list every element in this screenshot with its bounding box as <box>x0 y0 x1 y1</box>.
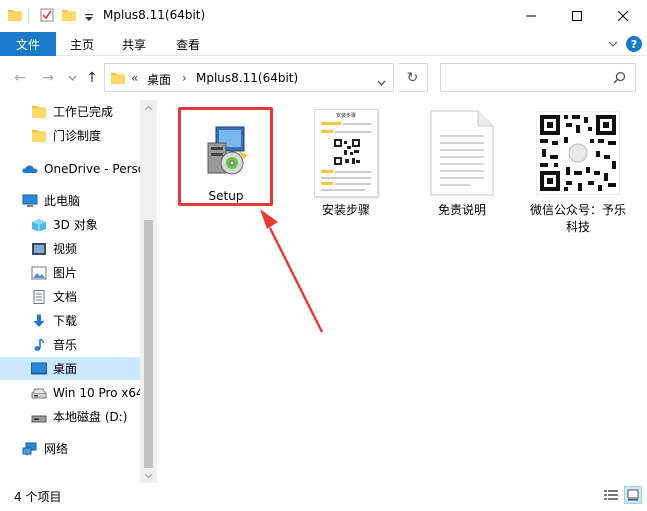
status-bar: 4 个项目 <box>0 483 647 511</box>
documents-icon <box>31 289 47 304</box>
back-button[interactable]: ← <box>12 70 28 86</box>
sidebar-item-label: 工作已完成 <box>53 105 114 119</box>
3d-objects-icon <box>31 218 47 232</box>
title-bar: Mplus8.11(64bit) <box>0 0 647 32</box>
sidebar-item-label: 门诊制度 <box>53 129 102 143</box>
up-button[interactable]: ↑ <box>84 70 100 86</box>
breadcrumb-desktop[interactable]: 桌面 <box>147 71 171 88</box>
close-button[interactable] <box>600 0 646 32</box>
sidebar-item-label: 此电脑 <box>44 194 81 208</box>
search-icon[interactable] <box>613 71 626 87</box>
tab-home[interactable]: 主页 <box>70 32 94 56</box>
sidebar-item-label: 图片 <box>53 266 78 280</box>
video-icon <box>31 242 47 256</box>
sidebar-item-label: OneDrive - Perso <box>44 161 140 176</box>
sidebar-item-work-done[interactable]: 工作已完成 <box>0 100 140 123</box>
annotation-arrow-icon <box>260 209 324 333</box>
file-label: 微信公众号：予乐科技 <box>529 203 626 234</box>
expand-ribbon-icon[interactable] <box>606 37 620 51</box>
sidebar-item-this-pc[interactable]: 此电脑 <box>0 189 140 212</box>
scroll-down-icon[interactable] <box>144 471 153 480</box>
sidebar-item-onedrive[interactable]: OneDrive - Perso <box>0 157 140 180</box>
sidebar-item-documents[interactable]: 文档 <box>0 285 140 308</box>
folder-icon <box>31 129 47 143</box>
sidebar-item-label: 文档 <box>53 290 78 304</box>
sidebar-item-label: 音乐 <box>53 338 78 352</box>
sidebar-item-label: 桌面 <box>53 362 78 376</box>
forward-button[interactable]: → <box>40 70 56 86</box>
file-item-disclaimer[interactable]: 免责说明 <box>410 108 514 219</box>
sidebar-item-3d-objects[interactable]: 3D 对象 <box>0 213 140 236</box>
sidebar-item-music[interactable]: 音乐 <box>0 333 140 356</box>
recent-locations-button[interactable] <box>64 70 80 86</box>
address-dropdown-icon[interactable] <box>377 75 386 89</box>
music-icon <box>31 337 47 352</box>
folder-icon <box>111 71 125 88</box>
sidebar-item-label: 视频 <box>53 242 78 256</box>
sidebar-item-network[interactable]: 网络 <box>0 437 140 460</box>
ribbon: 文件 主页 共享 查看 ? <box>0 32 647 56</box>
breadcrumb-current[interactable]: Mplus8.11(64bit) <box>196 71 298 85</box>
scroll-up-icon[interactable] <box>144 104 153 113</box>
text-document-icon <box>410 108 514 198</box>
desktop-icon <box>31 362 47 376</box>
sidebar-item-pictures[interactable]: 图片 <box>0 261 140 284</box>
sidebar-item-label: 本地磁盘 (D:) <box>53 410 128 424</box>
tab-share[interactable]: 共享 <box>122 32 146 56</box>
help-icon[interactable]: ? <box>626 36 642 52</box>
drive-icon <box>31 410 47 424</box>
customize-toolbar-icon[interactable] <box>84 11 94 25</box>
thumbnail-heading: 安装步骤 <box>335 113 356 119</box>
download-icon <box>31 314 47 328</box>
image-thumbnail-icon: 安装步骤 <box>294 108 398 198</box>
tab-file[interactable]: 文件 <box>0 32 56 56</box>
sidebar-item-label: 下载 <box>53 314 78 328</box>
network-icon <box>22 442 38 456</box>
search-input[interactable] <box>445 68 605 87</box>
new-folder-icon[interactable] <box>62 8 76 25</box>
folder-icon <box>8 8 22 25</box>
file-label: 免责说明 <box>437 203 486 217</box>
sidebar-item-videos[interactable]: 视频 <box>0 237 140 260</box>
refresh-button[interactable]: ↻ <box>398 63 428 92</box>
window-title: Mplus8.11(64bit) <box>103 8 206 22</box>
qr-code-icon <box>526 108 630 198</box>
tab-view[interactable]: 查看 <box>176 32 200 56</box>
properties-icon[interactable] <box>40 8 54 25</box>
sidebar-item-local-disk-d[interactable]: 本地磁盘 (D:) <box>0 405 140 428</box>
address-bar[interactable]: « 桌面 › Mplus8.11(64bit) <box>104 63 394 92</box>
sidebar-item-label: Win 10 Pro x64 <box>53 385 140 400</box>
navigation-pane: 工作已完成 门诊制度 OneDrive - Perso 此电脑 3D 对象 视频… <box>0 100 140 483</box>
large-icons-view-icon[interactable] <box>624 486 642 504</box>
sidebar-scroll-thumb[interactable] <box>144 220 153 468</box>
minimize-button[interactable] <box>508 0 554 32</box>
maximize-button[interactable] <box>554 0 600 32</box>
sidebar-item-clinic-rules[interactable]: 门诊制度 <box>0 124 140 147</box>
sidebar-item-downloads[interactable]: 下载 <box>0 309 140 332</box>
computer-icon <box>22 194 38 208</box>
breadcrumb-overflow[interactable]: « <box>131 71 138 85</box>
breadcrumb-separator[interactable]: › <box>182 71 187 85</box>
search-box[interactable] <box>440 63 636 92</box>
sidebar-item-desktop[interactable]: 桌面 <box>0 357 140 380</box>
file-item-wechat-qr[interactable]: 微信公众号：予乐科技 <box>526 108 630 236</box>
folder-icon <box>31 105 47 119</box>
title-separator <box>28 9 29 23</box>
drive-icon <box>31 386 47 400</box>
highlight-box <box>178 107 273 206</box>
sidebar-item-label: 3D 对象 <box>53 218 98 232</box>
sidebar-item-label: 网络 <box>44 442 69 456</box>
sidebar-item-win10-drive[interactable]: Win 10 Pro x64 <box>0 381 140 404</box>
cloud-icon <box>22 162 38 176</box>
details-view-icon[interactable] <box>602 486 620 504</box>
item-count: 4 个项目 <box>14 490 62 504</box>
pictures-icon <box>31 266 47 280</box>
